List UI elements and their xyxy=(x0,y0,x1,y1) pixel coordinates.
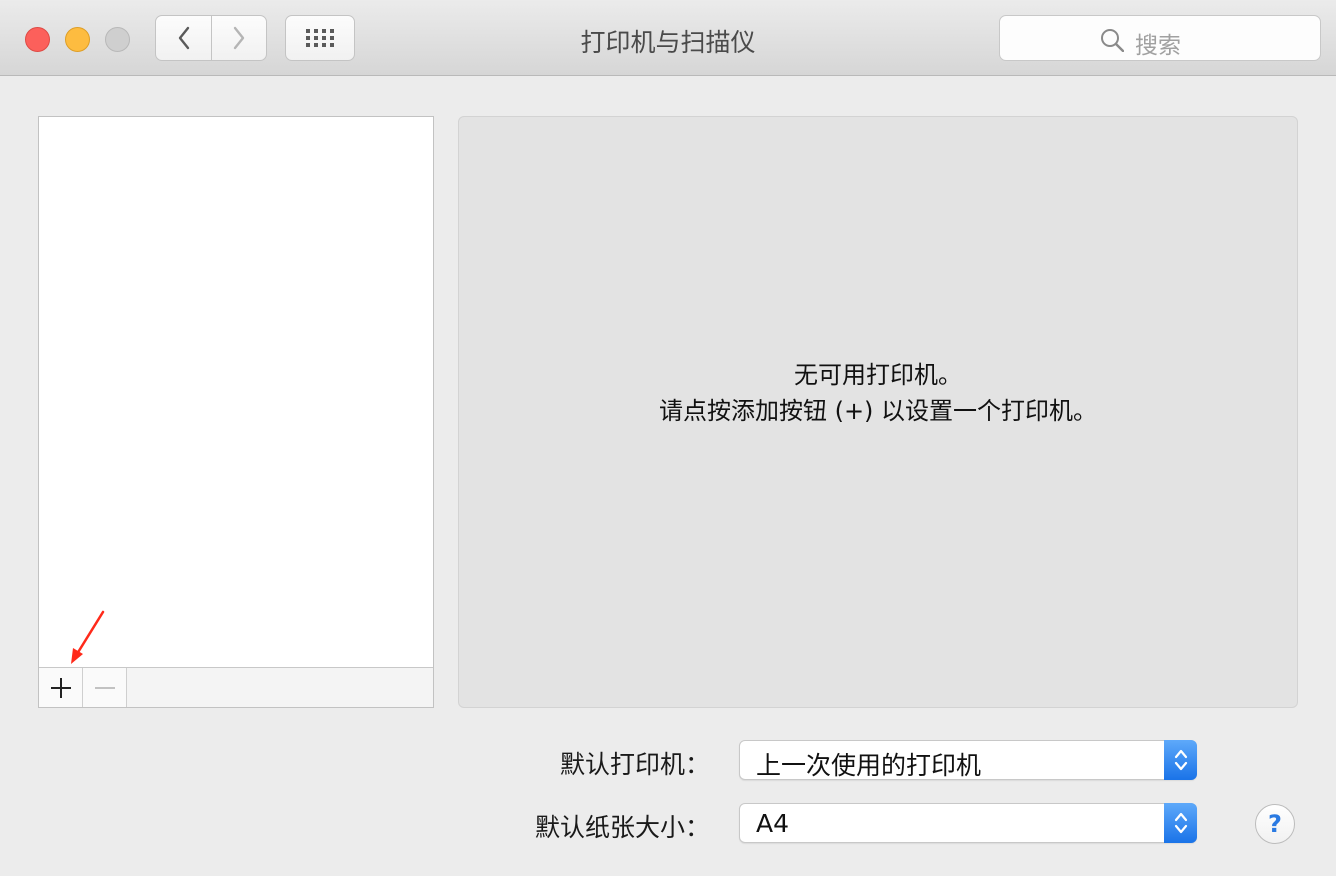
printer-detail-pane: 无可用打印机。 请点按添加按钮 (+) 以设置一个打印机。 xyxy=(458,116,1298,708)
up-down-chevron-icon xyxy=(1174,749,1187,771)
search-field[interactable]: 搜索 xyxy=(999,15,1321,61)
search-placeholder: 搜索 xyxy=(1135,33,1181,59)
default-printer-label: 默认打印机： xyxy=(559,750,710,779)
search-icon xyxy=(1101,29,1124,52)
up-down-chevron-icon xyxy=(1174,812,1187,834)
paper-size-value: A4 xyxy=(756,809,790,838)
printer-list-toolbar xyxy=(39,667,433,707)
add-printer-button[interactable] xyxy=(39,668,83,707)
default-printer-value: 上一次使用的打印机 xyxy=(756,751,982,780)
annotation-arrow-icon xyxy=(71,610,105,664)
default-printer-popup[interactable]: 上一次使用的打印机 xyxy=(739,740,1197,780)
minus-icon xyxy=(94,686,115,689)
remove-printer-button[interactable] xyxy=(83,668,127,707)
plus-icon xyxy=(50,677,71,698)
add-printer-hint: 请点按添加按钮 (+) 以设置一个打印机。 xyxy=(658,397,1098,425)
no-printer-message: 无可用打印机。 xyxy=(794,361,962,389)
default-printer-stepper[interactable] xyxy=(1164,740,1197,780)
help-button[interactable]: ? xyxy=(1255,804,1295,844)
title-bar: 打印机与扫描仪 搜索 xyxy=(0,0,1336,76)
paper-size-popup[interactable]: A4 xyxy=(739,803,1197,843)
paper-size-stepper[interactable] xyxy=(1164,803,1197,843)
paper-size-label: 默认纸张大小： xyxy=(534,813,710,842)
